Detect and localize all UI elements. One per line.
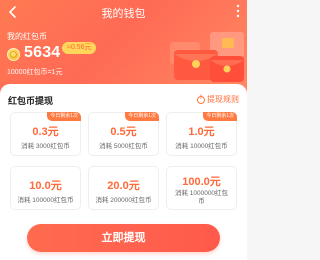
info-icon [197, 95, 205, 104]
coin-icon [7, 48, 20, 61]
withdraw-option[interactable]: 10.0元 消耗 100000红包币 [10, 166, 81, 210]
withdraw-option[interactable]: 100.0元 消耗 1000000红包币 [166, 166, 237, 210]
page-title: 我的钱包 [101, 8, 146, 20]
withdraw-rules-link[interactable]: 提现规则 [197, 94, 239, 105]
option-amount: 20.0元 [107, 180, 140, 192]
withdraw-now-button[interactable]: 立即提现 [27, 224, 220, 252]
option-amount: 0.5元 [110, 126, 137, 138]
more-vertical-icon[interactable] [235, 3, 241, 19]
balance-amount: 5634 [24, 44, 61, 61]
option-amount: 10.0元 [29, 180, 62, 192]
top-bar: 我的钱包 [0, 0, 247, 24]
withdraw-option[interactable]: 20.0元 消耗 200000红包币 [88, 166, 159, 210]
remaining-badge: 今日剩余1次 [203, 112, 237, 121]
option-amount: 100.0元 [182, 176, 221, 188]
withdraw-option[interactable]: 今日剩余1次 0.5元 消耗 5000红包币 [88, 112, 159, 156]
withdraw-option[interactable]: 今日剩余1次 1.0元 消耗 10000红包币 [166, 112, 237, 156]
remaining-badge: 今日剩余1次 [47, 112, 81, 121]
option-cost: 消耗 5000红包币 [99, 143, 148, 150]
option-amount: 0.3元 [32, 126, 59, 138]
balance-value-badge: ≈0.56元 [62, 42, 97, 54]
wallet-label: 我的红包币 [7, 32, 47, 41]
exchange-rate-text: 10000红包币=1元 [7, 69, 63, 76]
option-cost: 消耗 200000红包币 [95, 197, 152, 204]
option-cost: 消耗 10000红包币 [175, 143, 228, 150]
section-title: 红包币提现 [8, 96, 54, 106]
option-cost: 消耗 3000红包币 [21, 143, 70, 150]
withdraw-option[interactable]: 今日剩余1次 0.3元 消耗 3000红包币 [10, 112, 81, 156]
remaining-badge: 今日剩余1次 [125, 112, 159, 121]
rules-label: 提现规则 [207, 95, 239, 104]
option-amount: 1.0元 [188, 126, 215, 138]
option-cost: 消耗 1000000红包币 [174, 190, 229, 205]
option-cost: 消耗 100000红包币 [17, 197, 74, 204]
